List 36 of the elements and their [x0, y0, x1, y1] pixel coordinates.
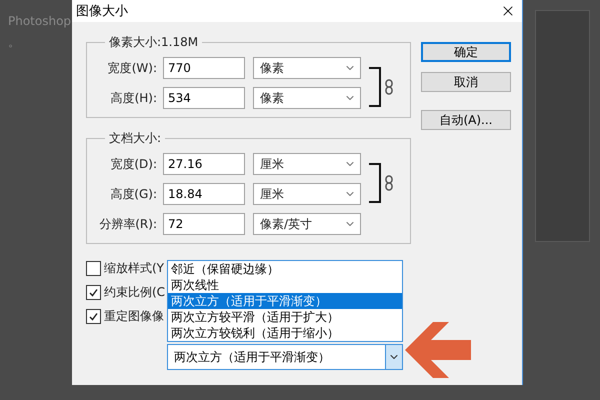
checkmark-icon [88, 287, 99, 298]
dialog-button[interactable]: 取消 [421, 72, 511, 92]
number-input[interactable]: 72 [163, 213, 245, 235]
resample-select[interactable]: 两次立方（适用于平滑渐变） [167, 344, 403, 370]
number-input[interactable]: 534 [163, 87, 245, 109]
unit-select[interactable]: 像素/英寸 [253, 213, 361, 235]
checkmark-icon [88, 311, 99, 322]
group-title: 像素大小:1.18M [108, 34, 200, 51]
arrow-icon [405, 322, 471, 378]
unit-select[interactable]: 厘米 [253, 153, 361, 175]
checkbox[interactable] [86, 309, 101, 324]
group-title: 文档大小: [108, 130, 162, 147]
dropdown-option[interactable]: 两次立方（适用于平滑渐变） [168, 293, 402, 309]
chain-link-icon [385, 175, 393, 191]
chain-link-icon [385, 79, 393, 95]
window-title: 图像大小 [76, 3, 128, 20]
field-label: 分辨率(R): [98, 216, 157, 232]
dialog-button[interactable]: 确定 [421, 42, 511, 62]
checkbox-label: 约束比例(C [104, 284, 166, 301]
dialog-button[interactable]: 自动(A)... [421, 110, 511, 130]
number-input[interactable]: 27.16 [163, 153, 245, 175]
checkbox[interactable] [86, 285, 101, 300]
unit-select[interactable]: 像素 [253, 87, 361, 109]
checkbox-label: 重定图像像 [104, 308, 164, 325]
field-label: 高度(H): [110, 90, 157, 106]
field-label: 宽度(W): [106, 60, 157, 76]
background-text: Photoshop [8, 14, 72, 28]
field-label: 宽度(D): [109, 156, 157, 172]
unit-select[interactable]: 厘米 [253, 183, 361, 205]
number-input[interactable]: 770 [163, 57, 245, 79]
unit-select[interactable]: 像素 [253, 57, 361, 79]
checkbox-label: 缩放样式(Y [104, 260, 164, 277]
field-label: 高度(G): [109, 186, 157, 202]
number-input[interactable]: 18.84 [163, 183, 245, 205]
checkbox[interactable] [86, 261, 101, 276]
background-text: 。 [8, 34, 21, 51]
